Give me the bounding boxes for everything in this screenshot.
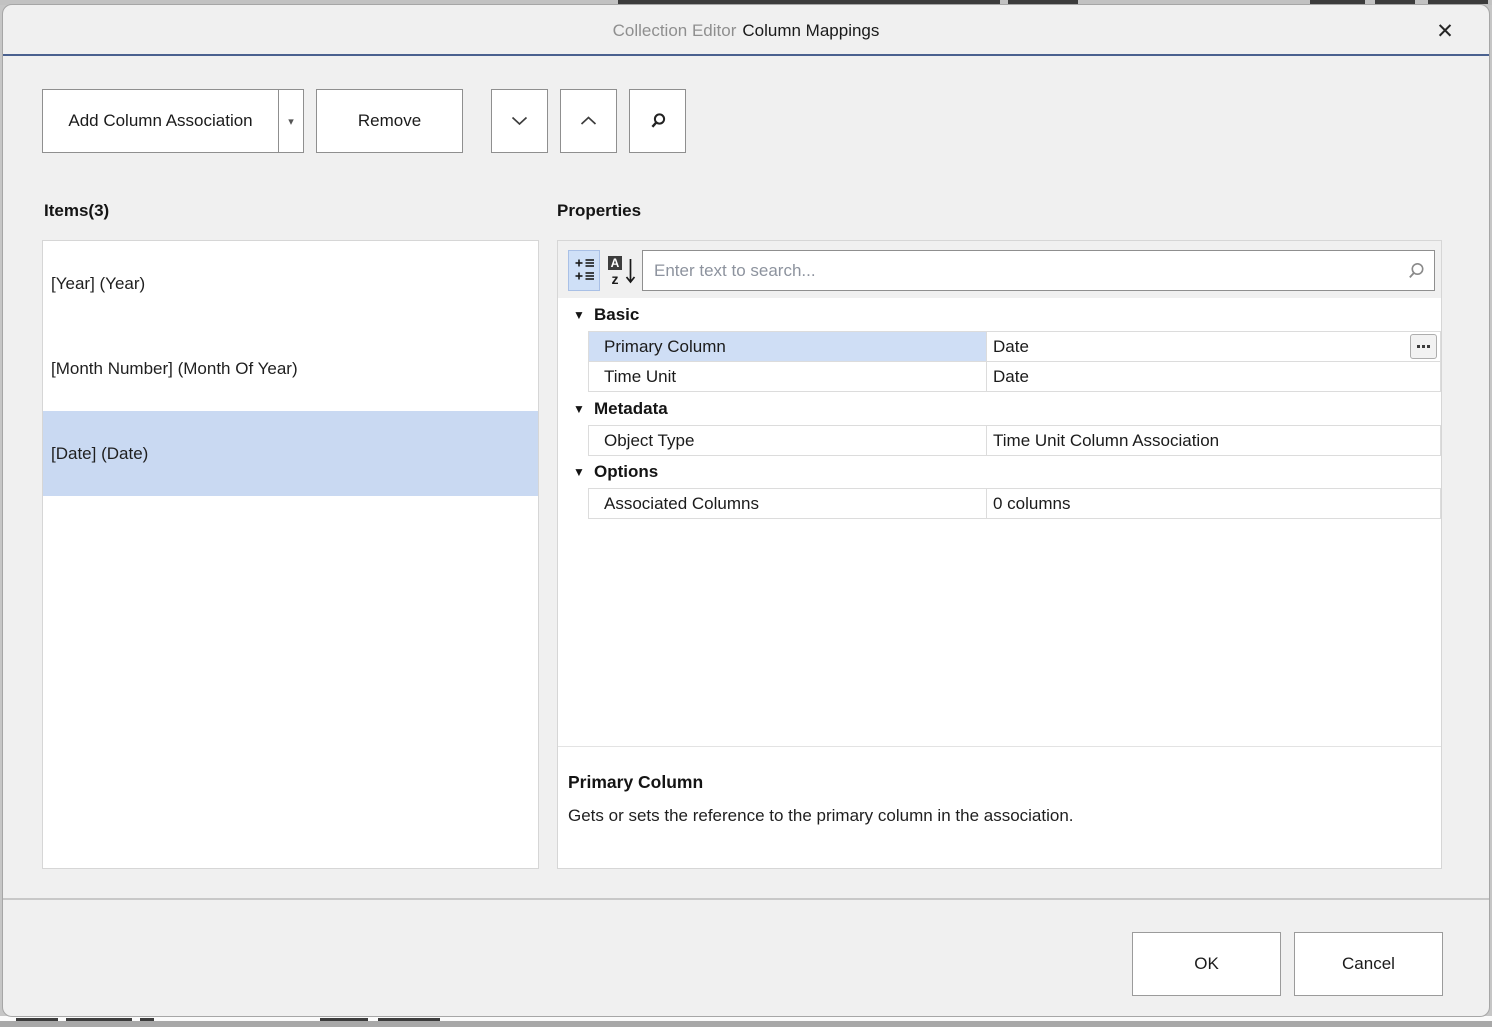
search-icon xyxy=(649,112,667,130)
cancel-button[interactable]: Cancel xyxy=(1294,932,1443,996)
close-icon: ✕ xyxy=(1436,19,1454,44)
category-basic[interactable]: ▼ Basic xyxy=(558,299,1441,331)
property-row-object-type[interactable]: Object Type Time Unit Column Association xyxy=(588,425,1441,456)
close-button[interactable]: ✕ xyxy=(1427,15,1463,47)
description-divider xyxy=(558,746,1441,747)
remove-button[interactable]: Remove xyxy=(316,89,463,153)
titlebar: Collection Editor Column Mappings ✕ xyxy=(3,5,1489,56)
items-panel-label: Items(3) xyxy=(44,201,109,221)
description-text: Gets or sets the reference to the primar… xyxy=(568,806,1074,826)
property-name-cell[interactable]: Time Unit xyxy=(589,362,987,391)
ellipsis-button[interactable] xyxy=(1410,334,1437,359)
category-options[interactable]: ▼ Options xyxy=(558,456,1441,488)
find-button[interactable] xyxy=(629,89,686,153)
property-name-cell[interactable]: Associated Columns xyxy=(589,489,987,518)
svg-text:z: z xyxy=(612,271,619,286)
property-value-cell[interactable]: Time Unit Column Association xyxy=(987,426,1440,455)
move-down-button[interactable] xyxy=(491,89,548,153)
add-column-association-label[interactable]: Add Column Association xyxy=(43,90,278,152)
move-up-button[interactable] xyxy=(560,89,617,153)
svg-text:A: A xyxy=(611,256,620,270)
property-row-time-unit[interactable]: Time Unit Date xyxy=(588,361,1441,392)
ok-button[interactable]: OK xyxy=(1132,932,1281,996)
list-item[interactable]: [Month Number] (Month Of Year) xyxy=(43,326,538,411)
property-value-cell[interactable]: Date xyxy=(987,332,1440,361)
chevron-down-icon xyxy=(511,116,528,126)
property-row-primary-column[interactable]: Primary Column Date xyxy=(588,331,1441,362)
background-window-edge xyxy=(0,1021,1492,1027)
property-name-cell[interactable]: Primary Column xyxy=(589,332,987,361)
property-name-cell[interactable]: Object Type xyxy=(589,426,987,455)
categorized-view-button[interactable] xyxy=(568,250,600,291)
dialog-title-main: Column Mappings xyxy=(742,21,879,41)
property-search-box xyxy=(642,250,1435,291)
property-grid-toolbar: A z xyxy=(558,241,1441,298)
chevron-up-icon xyxy=(580,116,597,126)
collapse-triangle-icon[interactable]: ▼ xyxy=(564,402,594,416)
category-metadata[interactable]: ▼ Metadata xyxy=(558,393,1441,425)
property-value-cell[interactable]: Date xyxy=(987,362,1440,391)
dialog-title-prefix: Collection Editor xyxy=(613,21,737,41)
property-value-cell[interactable]: 0 columns xyxy=(987,489,1440,518)
properties-panel-label: Properties xyxy=(557,201,641,221)
alphabetical-sort-button[interactable]: A z xyxy=(605,254,639,287)
dialog-title: Collection Editor Column Mappings xyxy=(3,5,1489,56)
items-listbox: [Year] (Year) [Month Number] (Month Of Y… xyxy=(42,240,539,869)
collection-editor-dialog: Collection Editor Column Mappings ✕ Add … xyxy=(2,4,1490,1017)
description-title: Primary Column xyxy=(568,772,703,793)
sort-az-icon: A z xyxy=(607,255,637,286)
properties-panel: A z ▼ Basic Primar xyxy=(557,240,1442,869)
collapse-triangle-icon[interactable]: ▼ xyxy=(564,308,594,322)
footer-divider xyxy=(3,898,1489,900)
list-item[interactable]: [Year] (Year) xyxy=(43,241,538,326)
property-row-associated-columns[interactable]: Associated Columns 0 columns xyxy=(588,488,1441,519)
collapse-triangle-icon[interactable]: ▼ xyxy=(564,465,594,479)
screen: Collection Editor Column Mappings ✕ Add … xyxy=(0,0,1492,1027)
property-search-input[interactable] xyxy=(643,251,1434,290)
categorized-view-icon xyxy=(574,258,595,283)
search-icon xyxy=(1406,261,1426,281)
add-column-association-split-button[interactable]: Add Column Association ▾ xyxy=(42,89,304,153)
add-dropdown-arrow-icon[interactable]: ▾ xyxy=(278,90,303,152)
list-item-selected[interactable]: [Date] (Date) xyxy=(43,411,538,496)
